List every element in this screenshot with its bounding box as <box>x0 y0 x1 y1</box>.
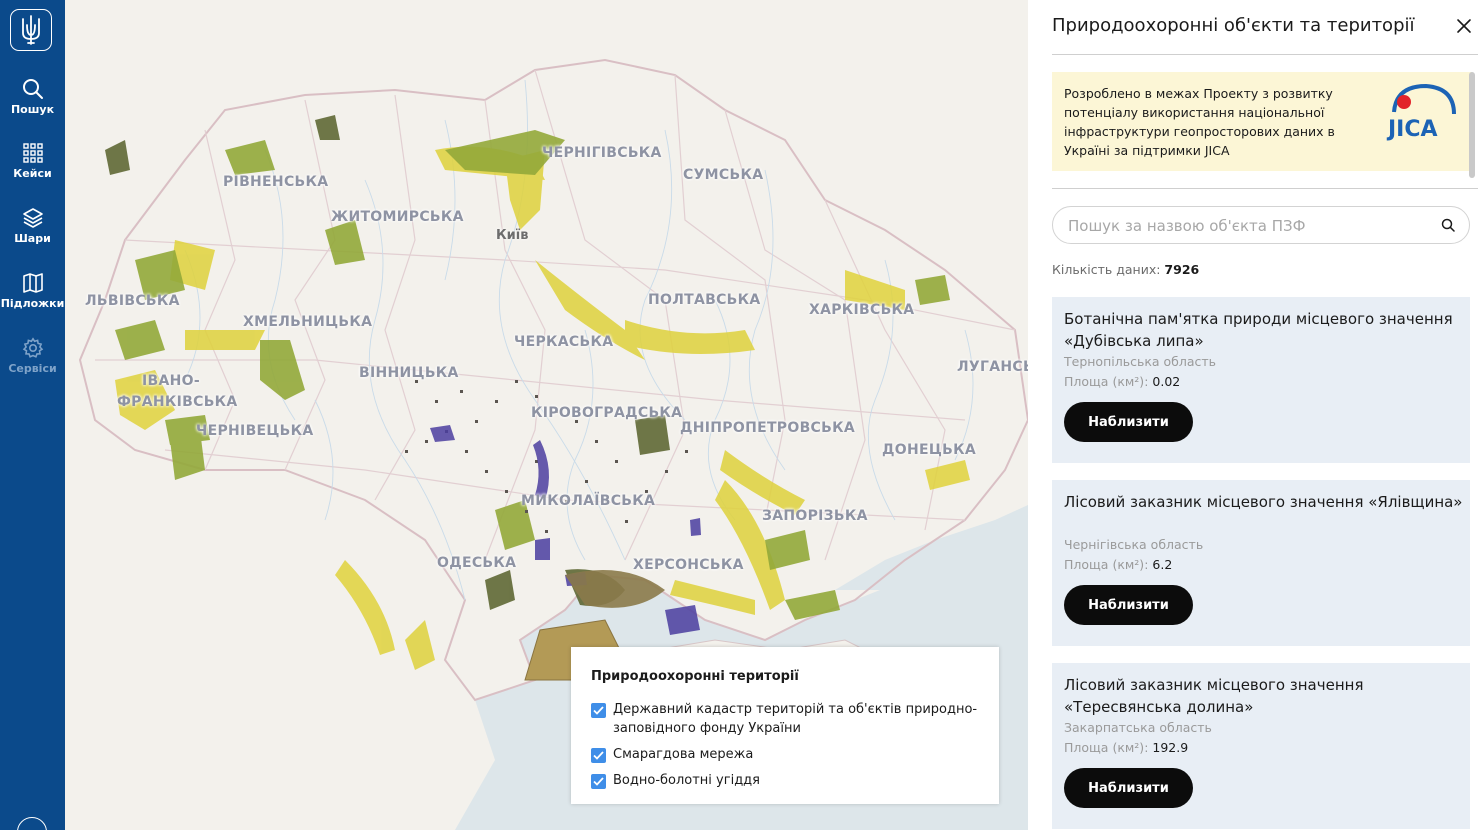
sidebar-item-basemaps[interactable]: Підложки <box>0 272 65 310</box>
check-icon <box>593 706 604 715</box>
card-region: Закарпатська область <box>1064 720 1212 735</box>
sidebar-item-label: Кейси <box>13 167 52 180</box>
list-item: Лісовий заказник місцевого значення «Ялі… <box>1052 480 1470 646</box>
map-legend: Природоохоронні території Державний када… <box>571 647 999 804</box>
sidebar-item-search[interactable]: Пошук <box>0 78 65 116</box>
legend-item-emerald[interactable]: Смарагдова мережа <box>591 745 979 764</box>
region-label: ЛУГАНСЬ <box>957 359 1028 375</box>
region-label: ІВАНО- <box>142 373 200 389</box>
sidebar-item-label: Пошук <box>10 103 55 116</box>
list-item: Ботанічна пам'ятка природи місцевого зна… <box>1052 297 1470 463</box>
zoom-to-button[interactable]: Наблизити <box>1064 402 1193 442</box>
region-label: ХМЕЛЬНИЦЬКА <box>243 314 373 330</box>
legend-item-label: Державний кадастр територій та об'єктів … <box>613 702 978 736</box>
checkbox-checked[interactable] <box>591 748 606 763</box>
region-label: СУМСЬКА <box>683 167 764 183</box>
area-value: 0.02 <box>1152 374 1181 389</box>
check-icon <box>593 751 604 760</box>
count-value: 7926 <box>1164 262 1200 277</box>
region-label: МИКОЛАЇВСЬКА <box>521 493 656 509</box>
card-title: Лісовий заказник місцевого значення «Ялі… <box>1064 493 1463 511</box>
divider <box>1052 54 1478 55</box>
sidebar-item-cases[interactable]: Кейси <box>0 142 65 180</box>
left-sidebar: Пошук Кейси Шари Підложки Сервіси <box>0 0 65 830</box>
layers-icon <box>22 208 43 228</box>
zoom-to-button[interactable]: Наблизити <box>1064 768 1193 808</box>
region-label: ВІННИЦЬКА <box>359 365 459 381</box>
check-icon <box>593 777 604 786</box>
region-label: ХАРКІВСЬКА <box>809 302 915 318</box>
search-icon <box>22 79 43 99</box>
trident-emblem-icon <box>22 15 40 45</box>
region-label: ОДЕСЬКА <box>437 555 517 571</box>
region-label: ЧЕРНІВЕЦЬКА <box>196 423 314 439</box>
search-input[interactable] <box>1066 214 1430 238</box>
jica-logo-text: JICA <box>1386 117 1438 142</box>
result-count: Кількість даних: 7926 <box>1052 262 1199 277</box>
region-label: ЧЕРКАСЬКА <box>514 334 614 350</box>
sidebar-item-services[interactable]: Сервіси <box>0 337 65 375</box>
region-label: РІВНЕНСЬКА <box>223 174 329 190</box>
close-icon[interactable] <box>1455 17 1473 35</box>
card-area: Площа (км²): 0.02 <box>1064 374 1180 389</box>
checkbox-checked[interactable] <box>591 774 606 789</box>
card-title: Ботанічна пам'ятка природи місцевого зна… <box>1064 310 1453 350</box>
area-label: Площа (км²): <box>1064 557 1149 572</box>
panel-title: Природоохоронні об'єкти та території <box>1052 15 1415 36</box>
region-label: ПОЛТАВСЬКА <box>648 292 761 308</box>
jica-info-box: Розроблено в межах Проекту з розвитку по… <box>1052 72 1472 171</box>
map-icon <box>22 273 43 293</box>
region-label: ЧЕРНІГІВСЬКА <box>542 145 662 161</box>
count-label: Кількість даних: <box>1052 262 1161 277</box>
sidebar-item-label: Сервіси <box>8 362 57 375</box>
area-value: 192.9 <box>1152 740 1189 755</box>
card-region: Тернопільська область <box>1064 354 1217 369</box>
city-label: Київ <box>496 228 529 243</box>
area-value: 6.2 <box>1152 557 1173 572</box>
region-label: ЗАПОРІЗЬКА <box>762 508 868 524</box>
cadastre-zones <box>105 115 670 610</box>
region-label: ДОНЕЦЬКА <box>882 442 976 458</box>
jica-logo: JICA <box>1386 83 1456 142</box>
objects-panel: Природоохоронні об'єкти та території Роз… <box>1028 0 1478 830</box>
area-label: Площа (км²): <box>1064 740 1149 755</box>
card-area: Площа (км²): 6.2 <box>1064 557 1172 572</box>
region-label: ХЕРСОНСЬКА <box>633 557 744 573</box>
region-label: КІРОВОГРАДСЬКА <box>531 405 683 421</box>
card-area: Площа (км²): 192.9 <box>1064 740 1188 755</box>
sidebar-item-label: Підложки <box>0 297 65 310</box>
area-label: Площа (км²): <box>1064 374 1149 389</box>
zoom-to-button[interactable]: Наблизити <box>1064 585 1193 625</box>
legend-title: Природоохоронні території <box>591 669 799 684</box>
search-box <box>1052 206 1470 244</box>
legend-item-cadastre[interactable]: Державний кадастр територій та об'єктів … <box>591 700 979 738</box>
card-region: Чернігівська область <box>1064 537 1204 552</box>
panel-scrollbar[interactable] <box>1469 72 1475 178</box>
region-label: ЖИТОМИРСЬКА <box>331 209 464 225</box>
legend-item-label: Смарагдова мережа <box>613 747 754 762</box>
jica-text: Розроблено в межах Проекту з розвитку по… <box>1064 86 1335 158</box>
region-label: ФРАНКІВСЬКА <box>117 394 238 410</box>
checkbox-checked[interactable] <box>591 703 606 718</box>
region-label: ЛЬВІВСЬКА <box>85 293 180 309</box>
region-label: ДНІПРОПЕТРОВСЬКА <box>680 420 855 436</box>
list-item: Лісовий заказник місцевого значення «Тер… <box>1052 663 1470 829</box>
search-icon[interactable] <box>1441 218 1455 232</box>
sidebar-item-layers[interactable]: Шари <box>0 207 65 245</box>
help-button[interactable] <box>17 817 47 830</box>
logo-button[interactable] <box>10 9 52 51</box>
sidebar-item-label: Шари <box>14 232 51 245</box>
gear-icon <box>22 337 43 358</box>
divider <box>1052 188 1478 189</box>
legend-item-label: Водно-болотні угіддя <box>613 773 760 788</box>
grid-icon <box>22 143 43 163</box>
card-title: Лісовий заказник місцевого значення «Тер… <box>1064 676 1364 716</box>
legend-item-wetlands[interactable]: Водно-болотні угіддя <box>591 771 979 790</box>
